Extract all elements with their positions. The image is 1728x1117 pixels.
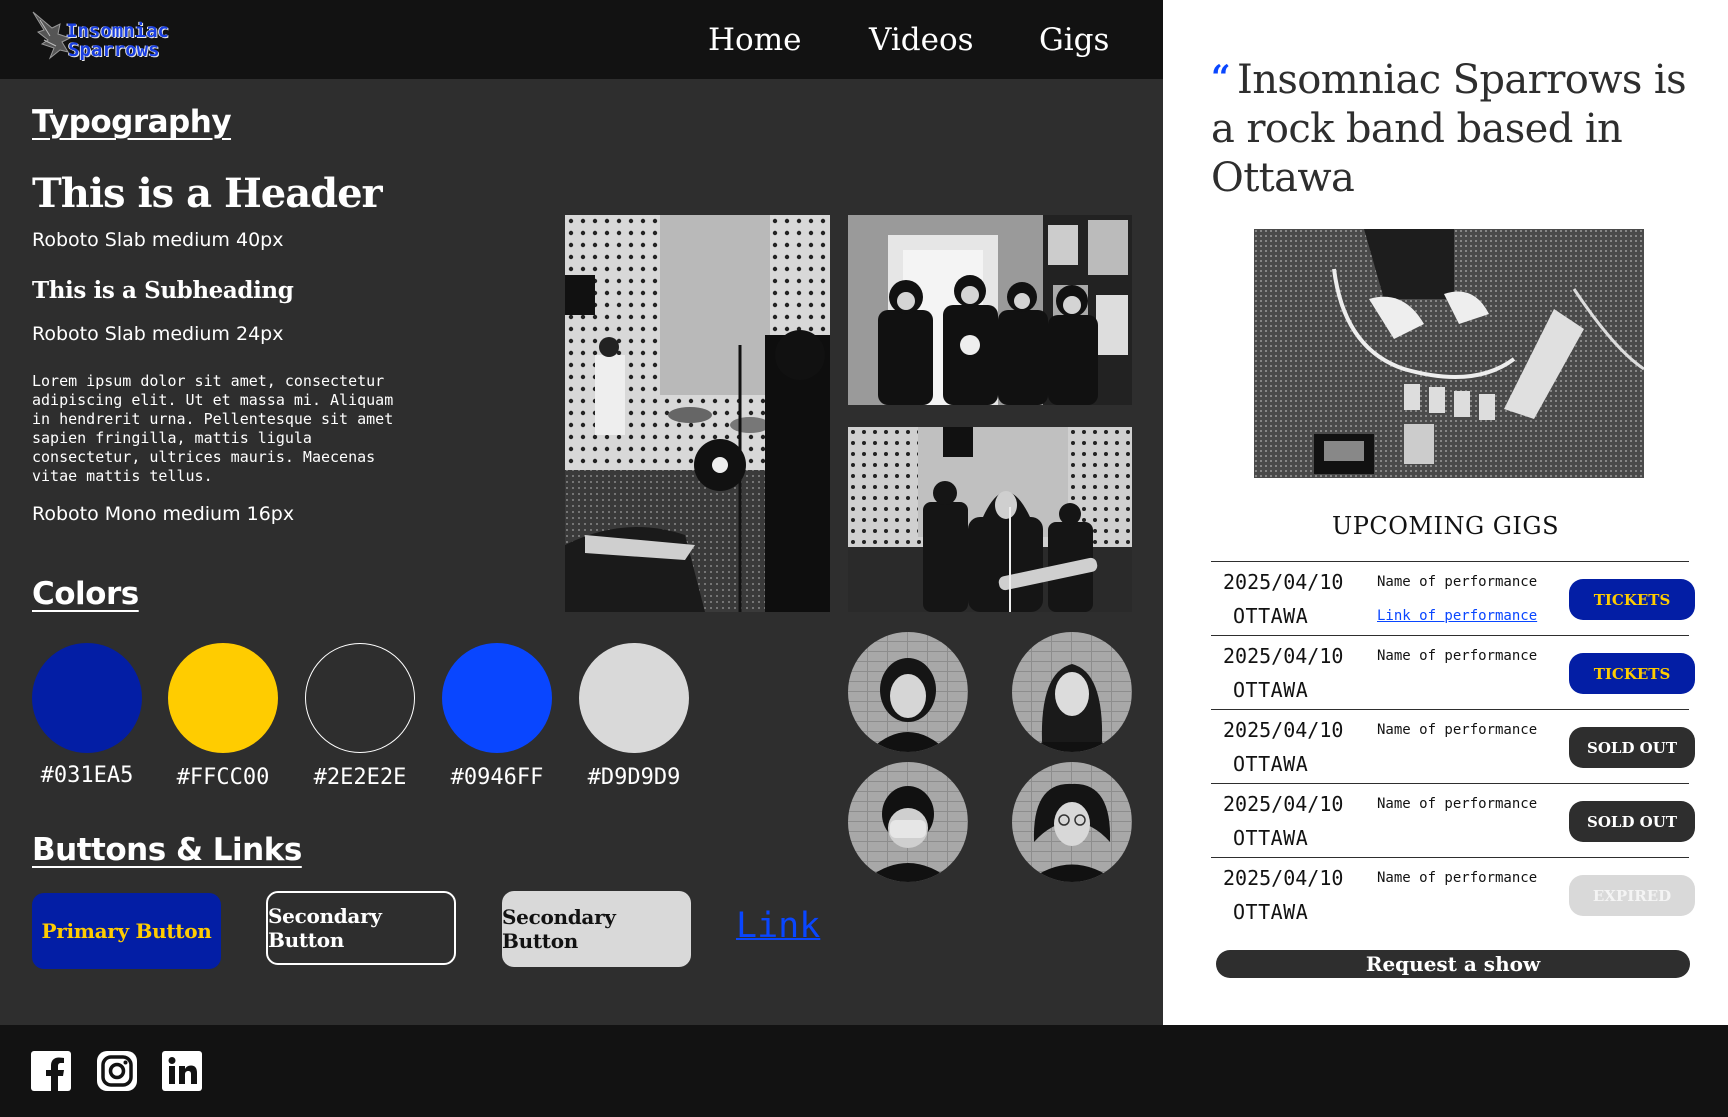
typography-section-title: Typography: [32, 104, 232, 140]
color-hex-label: #031EA5: [40, 763, 134, 788]
header-sample: This is a Header: [32, 170, 383, 217]
facebook-icon[interactable]: [31, 1051, 71, 1091]
band-group-photo: [848, 215, 1132, 405]
gig-city: OTTAWA: [1233, 752, 1309, 776]
brand-name-line2: Sparrows: [68, 39, 160, 61]
member-avatar: [848, 762, 968, 882]
buttons-section-title: Buttons & Links: [32, 832, 302, 868]
color-hex-label: #2E2E2E: [313, 765, 407, 790]
subheading-sample: This is a Subheading: [32, 277, 294, 304]
nav-videos-link[interactable]: Videos: [869, 22, 974, 58]
member-avatar: [1012, 632, 1132, 752]
color-swatch-accent: [168, 643, 278, 753]
band-info-panel: “ Insomniac Sparrows is a rock band base…: [1163, 0, 1728, 1025]
brand-logo[interactable]: Insomniac Sparrows: [30, 10, 200, 70]
instagram-icon[interactable]: [97, 1051, 137, 1091]
color-hex-label: #0946FF: [450, 765, 544, 790]
colors-section-title: Colors: [32, 576, 139, 612]
body-spec: Roboto Mono medium 16px: [32, 503, 295, 525]
gig-performance-name: Name of performance: [1377, 648, 1538, 664]
gig-city: OTTAWA: [1233, 900, 1309, 924]
nav-gigs-link[interactable]: Gigs: [1039, 22, 1109, 58]
nav-home-link[interactable]: Home: [708, 22, 801, 58]
band-performance-photo: [848, 427, 1132, 612]
sold-out-button[interactable]: SOLD OUT: [1569, 727, 1695, 768]
gig-date: 2025/04/10: [1223, 644, 1344, 668]
gig-date: 2025/04/10: [1223, 718, 1344, 742]
gig-performance-name: Name of performance: [1377, 870, 1538, 886]
footer: [0, 1025, 1728, 1117]
subheading-spec: Roboto Slab medium 24px: [32, 323, 284, 345]
body-sample: Lorem ipsum dolor sit amet, consectetur …: [32, 372, 394, 485]
tickets-button[interactable]: TICKETS: [1569, 579, 1695, 620]
linkedin-icon[interactable]: [162, 1051, 202, 1091]
color-swatch-primary: [32, 643, 142, 753]
secondary-light-button[interactable]: Secondary Button: [502, 891, 691, 967]
secondary-outline-button[interactable]: Secondary Button: [266, 891, 456, 965]
link-sample[interactable]: Link: [736, 906, 820, 946]
gig-row: 2025/04/10 OTTAWA Name of performance SO…: [1211, 783, 1695, 857]
gig-performance-name: Name of performance: [1377, 574, 1538, 590]
gig-performance-link[interactable]: Link of performance: [1377, 608, 1537, 624]
brand-name-line1: Insomniac: [66, 20, 169, 42]
color-hex-label: #D9D9D9: [587, 765, 681, 790]
gig-performance-name: Name of performance: [1377, 722, 1538, 738]
gig-date: 2025/04/10: [1223, 792, 1344, 816]
upcoming-gigs-title: UPCOMING GIGS: [1331, 512, 1560, 540]
pedalboard-photo: [1254, 229, 1644, 478]
band-rehearsal-photo: [565, 215, 830, 612]
gig-performance-name: Name of performance: [1377, 796, 1538, 812]
tickets-button[interactable]: TICKETS: [1569, 653, 1695, 694]
color-hex-label: #FFCC00: [176, 765, 270, 790]
expired-button: EXPIRED: [1569, 875, 1695, 916]
gig-row: 2025/04/10 OTTAWA Name of performance SO…: [1211, 709, 1695, 783]
top-navigation-bar: Insomniac Sparrows Home Videos Gigs: [0, 0, 1163, 79]
request-show-button[interactable]: Request a show: [1216, 950, 1690, 978]
gig-row: 2025/04/10 OTTAWA Name of performance TI…: [1211, 635, 1695, 709]
member-avatar: [1012, 762, 1132, 882]
color-swatch-link: [442, 643, 552, 753]
member-avatar: [848, 632, 968, 752]
gig-row: 2025/04/10 OTTAWA Name of performance EX…: [1211, 857, 1695, 931]
sold-out-button[interactable]: SOLD OUT: [1569, 801, 1695, 842]
color-swatch-dark: [305, 643, 415, 753]
gig-city: OTTAWA: [1233, 826, 1309, 850]
primary-button[interactable]: Primary Button: [32, 893, 221, 969]
header-spec: Roboto Slab medium 40px: [32, 229, 284, 251]
gig-city: OTTAWA: [1233, 604, 1309, 628]
gig-city: OTTAWA: [1233, 678, 1309, 702]
gig-date: 2025/04/10: [1223, 570, 1344, 594]
gig-date: 2025/04/10: [1223, 866, 1344, 890]
color-swatch-light: [579, 643, 689, 753]
gig-row: 2025/04/10 OTTAWA Name of performance Li…: [1211, 561, 1695, 635]
band-tagline: Insomniac Sparrows is a rock band based …: [1211, 57, 1687, 201]
style-guide-panel: Insomniac Sparrows Home Videos Gigs Typo…: [0, 0, 1163, 1025]
